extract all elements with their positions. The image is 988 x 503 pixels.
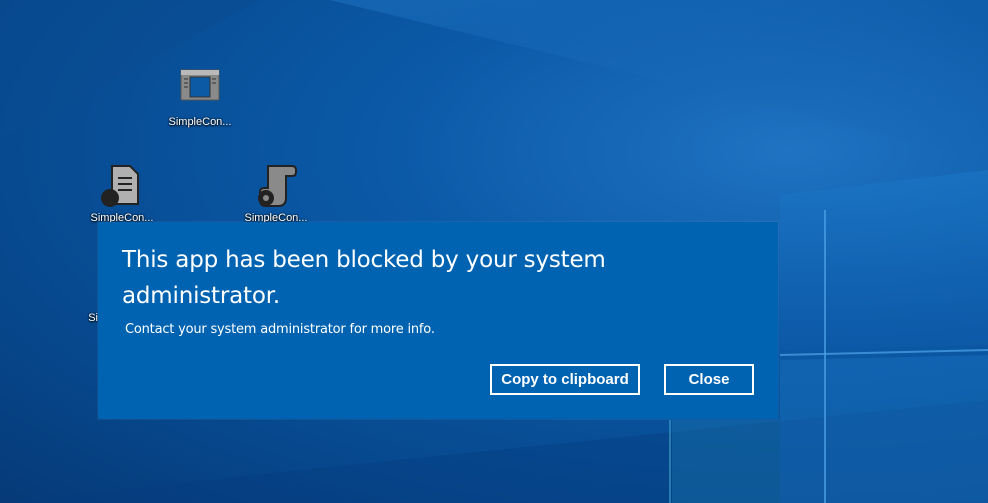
- desktop-icon-simpleconsole-3[interactable]: SimpleCon...: [226, 162, 326, 224]
- desktop: SimpleCon... SimpleCon... SimpleCon... S…: [0, 0, 988, 503]
- dialog-message: Contact your system administrator for mo…: [125, 322, 435, 337]
- desktop-icon-simpleconsole-4[interactable]: Si: [38, 298, 98, 324]
- app-window-icon: [180, 69, 220, 101]
- app-blocked-dialog: This app has been blocked by your system…: [98, 222, 778, 419]
- desktop-icon-label: SimpleCon...: [168, 116, 232, 128]
- desktop-icon-simpleconsole-2[interactable]: SimpleCon...: [72, 162, 172, 224]
- script-icon: [258, 165, 297, 207]
- desktop-icon-label: Si: [88, 312, 98, 324]
- copy-to-clipboard-button[interactable]: Copy to clipboard: [490, 364, 640, 395]
- desktop-icon-simpleconsole-1[interactable]: SimpleCon...: [150, 66, 250, 128]
- dialog-title: This app has been blocked by your system…: [122, 247, 606, 309]
- close-button[interactable]: Close: [664, 364, 754, 395]
- document-icon: [101, 165, 139, 207]
